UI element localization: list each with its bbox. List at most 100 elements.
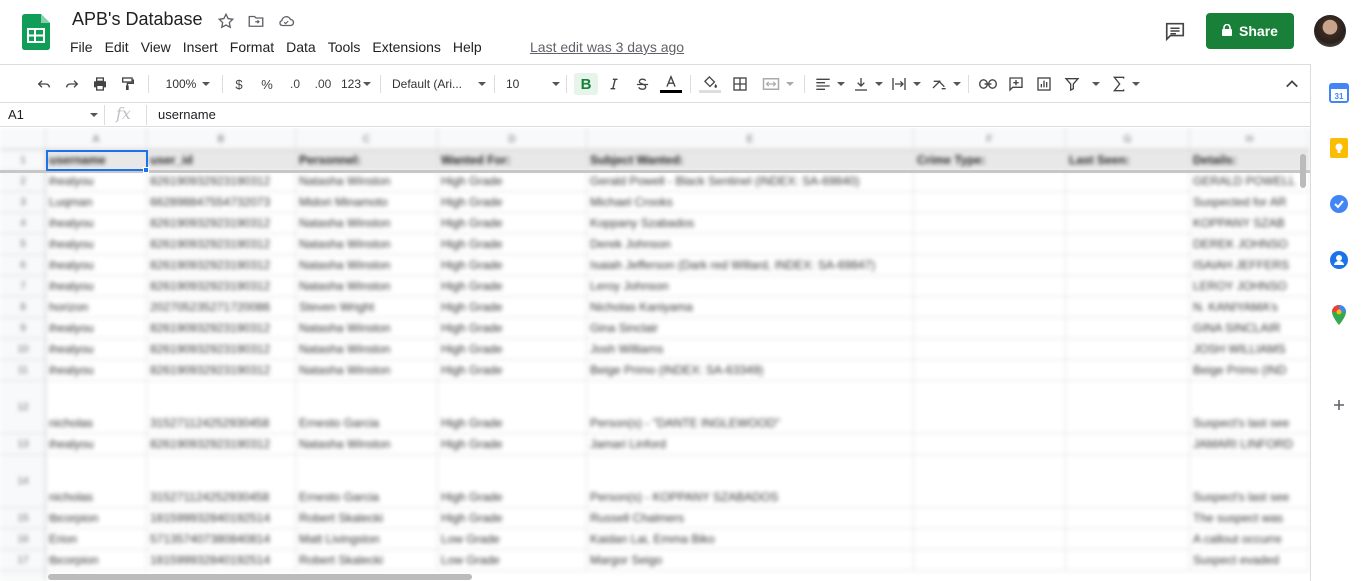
table-cell[interactable]: 826190932923190312 (147, 276, 296, 297)
table-cell[interactable]: High Grade (438, 508, 587, 529)
table-cell[interactable] (914, 434, 1066, 455)
table-cell[interactable]: KOPPANY SZAB (1190, 213, 1310, 234)
table-cell[interactable]: Natasha Winston (296, 213, 438, 234)
menu-tools[interactable]: Tools (322, 38, 367, 56)
table-cell[interactable]: ihealyou (46, 234, 147, 255)
table-cell[interactable]: The suspect was (1190, 508, 1310, 529)
document-title[interactable]: APB's Database (72, 9, 203, 30)
fill-color-icon[interactable] (698, 73, 722, 95)
table-cell[interactable]: High Grade (438, 234, 587, 255)
table-cell[interactable] (914, 339, 1066, 360)
table-cell[interactable]: Suspect's last see (1190, 381, 1310, 434)
insert-chart-icon[interactable] (1034, 73, 1054, 95)
table-cell[interactable] (1066, 213, 1190, 234)
font-family-select[interactable]: Default (Ari... (392, 73, 486, 95)
table-cell[interactable]: Margor Seigo (587, 550, 914, 571)
header-cell[interactable]: Subject Wanted: (587, 150, 914, 171)
table-cell[interactable] (914, 550, 1066, 571)
text-rotation-icon[interactable] (930, 73, 962, 95)
table-cell[interactable]: 826190932923190312 (147, 171, 296, 192)
undo-icon[interactable] (34, 73, 54, 95)
table-cell[interactable]: ihealyou (46, 434, 147, 455)
paint-format-icon[interactable] (118, 73, 138, 95)
table-cell[interactable]: Robert Skalecki (296, 550, 438, 571)
table-cell[interactable]: Suspect's last see (1190, 455, 1310, 508)
table-cell[interactable]: 315271124252930458 (147, 455, 296, 508)
table-cell[interactable]: Ernesto Garcia (296, 455, 438, 508)
row-header[interactable]: 5 (0, 234, 46, 255)
menu-format[interactable]: Format (224, 38, 280, 56)
table-cell[interactable]: Michael Crooks (587, 192, 914, 213)
table-cell[interactable] (914, 529, 1066, 550)
table-cell[interactable]: 826190932923190312 (147, 234, 296, 255)
table-cell[interactable]: Low Grade (438, 529, 587, 550)
row-header[interactable]: 11 (0, 360, 46, 381)
table-cell[interactable]: Gina Sinclair (587, 318, 914, 339)
row-header[interactable]: 9 (0, 318, 46, 339)
column-header-f[interactable]: F (914, 128, 1066, 150)
table-cell[interactable]: Natasha Winston (296, 171, 438, 192)
google-sheets-icon[interactable] (22, 14, 50, 50)
table-cell[interactable]: DEREK JOHNSO (1190, 234, 1310, 255)
tasks-icon[interactable] (1328, 193, 1350, 215)
table-cell[interactable]: 826190932923190312 (147, 360, 296, 381)
table-cell[interactable] (914, 192, 1066, 213)
share-button[interactable]: Share (1206, 13, 1294, 49)
table-cell[interactable]: ihealyou (46, 360, 147, 381)
table-cell[interactable] (1066, 276, 1190, 297)
table-cell[interactable]: nicholas (46, 455, 147, 508)
table-cell[interactable]: Erion (46, 529, 147, 550)
table-cell[interactable] (1066, 192, 1190, 213)
table-cell[interactable]: Midori Minamoto (296, 192, 438, 213)
select-all-corner[interactable] (0, 128, 46, 150)
row-header[interactable]: 4 (0, 213, 46, 234)
maps-icon[interactable] (1328, 304, 1350, 326)
table-cell[interactable] (914, 276, 1066, 297)
table-cell[interactable] (914, 297, 1066, 318)
cloud-status-icon[interactable] (276, 11, 296, 31)
table-cell[interactable] (1066, 297, 1190, 318)
table-cell[interactable] (914, 455, 1066, 508)
avatar[interactable] (1314, 15, 1346, 47)
menu-extensions[interactable]: Extensions (366, 38, 446, 56)
table-cell[interactable]: 315271124252930458 (147, 381, 296, 434)
table-cell[interactable]: GERALD POWELL (1190, 171, 1310, 192)
table-cell[interactable]: horizon (46, 297, 147, 318)
table-cell[interactable] (1066, 381, 1190, 434)
row-header[interactable]: 10 (0, 339, 46, 360)
row-header[interactable]: 13 (0, 434, 46, 455)
row-header[interactable]: 17 (0, 550, 46, 571)
table-cell[interactable]: ihealyou (46, 255, 147, 276)
functions-icon[interactable] (1110, 73, 1142, 95)
table-cell[interactable]: 202705235271720086 (147, 297, 296, 318)
table-cell[interactable] (1066, 339, 1190, 360)
table-cell[interactable]: 662898847554732073 (147, 192, 296, 213)
table-cell[interactable]: Natasha Winston (296, 318, 438, 339)
table-cell[interactable] (914, 213, 1066, 234)
spreadsheet-grid[interactable]: ABCDEFGH 1 2 3 4 5 6 7 8 9 10 11 12 13 14 15 16 17 usern… (0, 128, 1310, 581)
table-cell[interactable]: Leroy Johnson (587, 276, 914, 297)
contacts-icon[interactable] (1328, 249, 1350, 271)
table-cell[interactable]: Koppany Szabados (587, 213, 914, 234)
table-cell[interactable]: Nicholas Kaniyama (587, 297, 914, 318)
table-cell[interactable] (914, 234, 1066, 255)
column-header-d[interactable]: D (438, 128, 587, 150)
menu-insert[interactable]: Insert (177, 38, 224, 56)
currency-format-button[interactable]: $ (230, 73, 248, 95)
italic-icon[interactable] (604, 73, 624, 95)
table-cell[interactable] (1066, 234, 1190, 255)
table-cell[interactable] (1066, 434, 1190, 455)
table-cell[interactable]: ihealyou (46, 276, 147, 297)
table-cell[interactable] (914, 360, 1066, 381)
table-cell[interactable] (1066, 318, 1190, 339)
row-header[interactable]: 16 (0, 529, 46, 550)
table-cell[interactable] (1066, 360, 1190, 381)
table-cell[interactable]: 181599932840192514 (147, 508, 296, 529)
table-cell[interactable] (1066, 455, 1190, 508)
row-header[interactable]: 14 (0, 455, 46, 508)
table-cell[interactable]: A callout occurre (1190, 529, 1310, 550)
vertical-align-icon[interactable] (852, 73, 884, 95)
table-cell[interactable]: GINA SINCLAIR (1190, 318, 1310, 339)
row-header[interactable]: 15 (0, 508, 46, 529)
table-cell[interactable] (914, 318, 1066, 339)
